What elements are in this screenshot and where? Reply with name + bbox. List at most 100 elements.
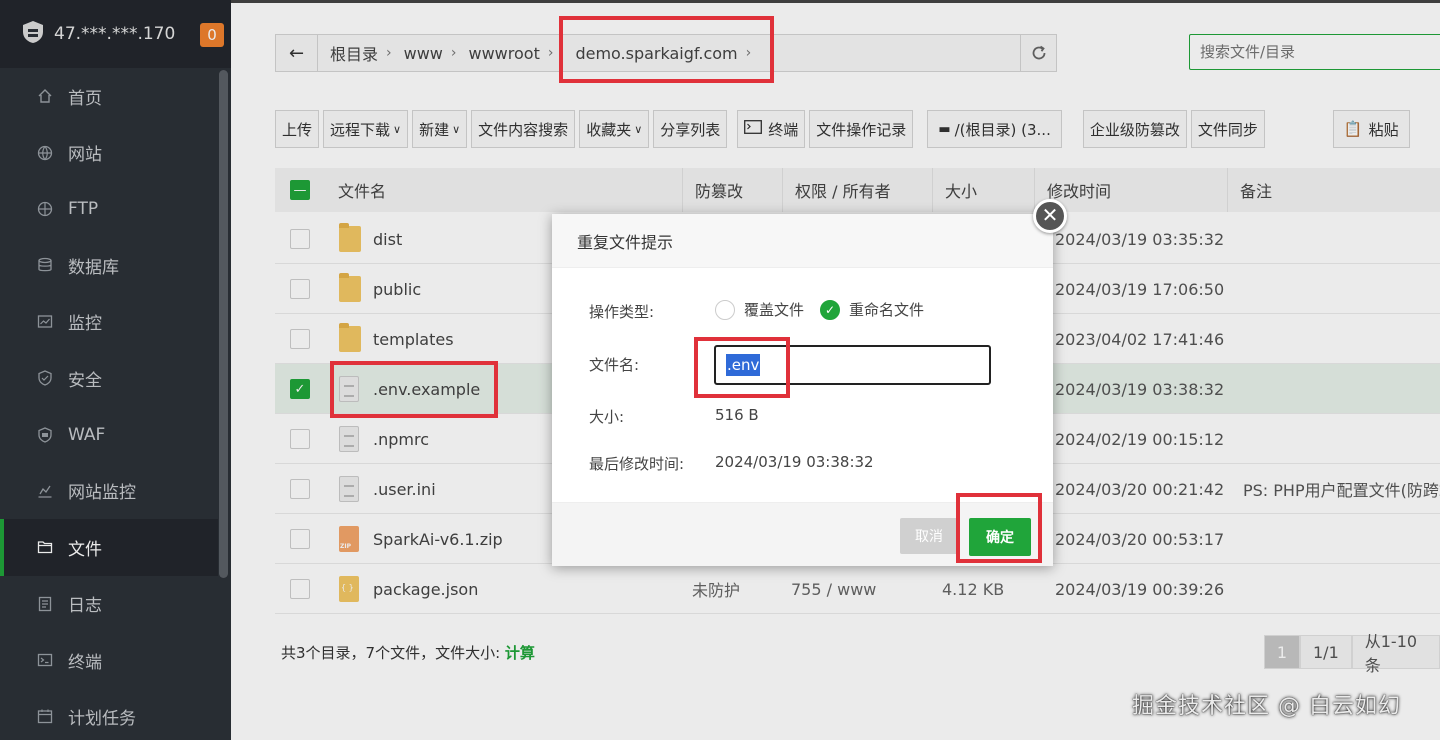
col-perm[interactable]: 权限 / 所有者 [782, 168, 891, 212]
breadcrumb-www[interactable]: www [392, 44, 451, 63]
table-row[interactable]: package.json 未防护 755 / www 4.12 KB 2024/03/1… [275, 564, 1440, 614]
calculate-link[interactable]: 计算 [505, 644, 535, 662]
file-sync-button[interactable]: 文件同步 [1190, 110, 1265, 148]
tamper-protect-button[interactable]: 企业级防篡改 [1082, 110, 1187, 148]
confirm-button[interactable]: 确定 [969, 518, 1031, 556]
log-icon [36, 595, 54, 613]
col-name[interactable]: 文件名 [338, 168, 386, 212]
row-checkbox[interactable] [290, 279, 310, 299]
filename-input[interactable]: .env [714, 345, 991, 385]
page-total: 1/1 [1300, 635, 1352, 669]
col-note[interactable]: 备注 [1227, 168, 1272, 212]
op-type-label: 操作类型: [589, 303, 655, 321]
sidebar-item-waf[interactable]: WAF [0, 406, 218, 462]
col-size[interactable]: 大小 [932, 168, 977, 212]
select-all-checkbox[interactable]: — [290, 180, 310, 200]
clipboard-icon: 📋 [1343, 120, 1363, 138]
row-checkbox[interactable] [290, 479, 310, 499]
paste-button[interactable]: 📋 粘贴 [1332, 110, 1410, 148]
sidebar-item-site-monitor[interactable]: 网站监控 [0, 463, 218, 519]
row-checkbox[interactable] [290, 579, 310, 599]
content-search-button[interactable]: 文件内容搜索 [471, 110, 576, 148]
table-header: — 文件名 防篡改 权限 / 所有者 大小 修改时间 备注 [275, 168, 1440, 212]
mtime-label: 最后修改时间: [589, 455, 685, 473]
chevron-right-icon: › [745, 45, 752, 61]
row-checkbox[interactable] [290, 529, 310, 549]
close-button[interactable]: ✕ [1033, 199, 1067, 233]
row-checkbox[interactable] [290, 329, 310, 349]
new-button[interactable]: 新建 ∨ [412, 110, 468, 148]
file-note[interactable]: PS: PHP用户配置文件(防跨站 [1243, 464, 1440, 514]
search-input[interactable] [1189, 34, 1440, 70]
breadcrumb-root[interactable]: 根目录 [318, 41, 386, 65]
duplicate-file-dialog: 重复文件提示 ✕ 操作类型: 覆盖文件 ✓ 重命名文件 文件名: .env 大小:… [552, 199, 1067, 566]
sidebar-item-files[interactable]: 文件 [0, 519, 218, 576]
refresh-button[interactable] [1020, 35, 1056, 71]
sidebar-item-terminal[interactable]: 终端 [0, 632, 218, 688]
sidebar-item-label: 安全 [68, 370, 102, 391]
waf-icon [36, 426, 54, 444]
filename-label: 文件名: [589, 356, 640, 374]
sidebar-item-cron[interactable]: 计划任务 [0, 688, 218, 740]
watermark: 掘金技术社区 @ 白云如幻 [1132, 694, 1401, 719]
file-name[interactable]: SparkAi-v6.1.zip [373, 514, 503, 564]
refresh-icon [1032, 45, 1045, 60]
sidebar-item-label: 网站监控 [68, 483, 136, 504]
home-icon [36, 87, 54, 105]
file-protect: 未防护 [692, 581, 741, 600]
rename-radio[interactable]: ✓ 重命名文件 [820, 299, 924, 320]
file-name[interactable]: dist [373, 214, 402, 264]
favorites-button[interactable]: 收藏夹 ∨ [579, 110, 650, 148]
sidebar-item-logs[interactable]: 日志 [0, 576, 218, 632]
chevron-down-icon: ∨ [393, 122, 402, 136]
file-name[interactable]: .npmrc [373, 414, 429, 464]
file-name[interactable]: public [373, 264, 421, 314]
ftp-icon [36, 200, 54, 218]
file-name[interactable]: package.json [373, 564, 478, 614]
path-bar: ← 根目录 › www › wwwroot › demo.sparkaigf.com › [275, 34, 1057, 72]
page-current[interactable]: 1 [1264, 635, 1300, 669]
sidebar-item-security[interactable]: 安全 [0, 350, 218, 406]
upload-button[interactable]: 上传 [275, 110, 320, 148]
check-icon: ✓ [820, 299, 841, 320]
file-name[interactable]: .user.ini [373, 464, 436, 514]
back-button[interactable]: ← [276, 35, 318, 71]
cancel-button[interactable]: 取消 [900, 518, 958, 554]
breadcrumb-wwwroot[interactable]: wwwroot [457, 44, 548, 63]
sidebar-item-ftp[interactable]: FTP [0, 181, 218, 237]
folder-icon [339, 273, 361, 302]
notification-badge[interactable]: 0 [200, 23, 224, 47]
file-perm[interactable]: 755 / www [791, 564, 876, 614]
col-protect[interactable]: 防篡改 [682, 168, 743, 212]
breadcrumb-site[interactable]: demo.sparkaigf.com [553, 44, 745, 63]
file-name[interactable]: templates [373, 314, 454, 364]
share-list-button[interactable]: 分享列表 [653, 110, 728, 148]
file-name[interactable]: .env.example [373, 364, 480, 414]
row-checkbox[interactable] [290, 429, 310, 449]
sidebar-item-home[interactable]: 首页 [0, 68, 218, 124]
row-checkbox[interactable]: ✓ [290, 379, 310, 399]
sidebar: 47.***.***.170 0 首页 网站 FTP 数据库 监控 安全 WAF… [0, 0, 231, 740]
size-label: 大小: [589, 408, 625, 426]
sidebar-item-database[interactable]: 数据库 [0, 237, 218, 293]
disk-button[interactable]: ▬/(根目录) (3... [927, 110, 1062, 148]
toolbar: 上传 远程下载 ∨ 新建 ∨ 文件内容搜索 收藏夹 ∨ 分享列表 终端 文件操作记录 … [275, 110, 1414, 148]
disk-icon: ▬ [938, 121, 951, 137]
op-type-group: 覆盖文件 ✓ 重命名文件 [715, 299, 940, 320]
sidebar-item-label: FTP [68, 198, 99, 219]
calendar-icon [36, 707, 54, 725]
operation-log-button[interactable]: 文件操作记录 [809, 110, 914, 148]
row-checkbox[interactable] [290, 229, 310, 249]
remote-download-button[interactable]: 远程下载 ∨ [323, 110, 409, 148]
terminal-button[interactable]: 终端 [737, 110, 806, 148]
sidebar-item-label: 终端 [68, 652, 102, 673]
dialog-title: 重复文件提示 [552, 214, 1053, 268]
file-mtime: 2024/02/19 00:15:12 [1055, 429, 1225, 449]
breadcrumb: 根目录 › www › wwwroot › demo.sparkaigf.com › [318, 41, 751, 65]
sidebar-item-monitor[interactable]: 监控 [0, 294, 218, 350]
server-header: 47.***.***.170 0 [0, 0, 231, 68]
sidebar-scrollbar[interactable] [219, 70, 228, 578]
overwrite-radio[interactable]: 覆盖文件 [715, 299, 804, 320]
sidebar-item-website[interactable]: 网站 [0, 124, 218, 180]
dialog-footer: 取消 确定 [552, 502, 1053, 566]
